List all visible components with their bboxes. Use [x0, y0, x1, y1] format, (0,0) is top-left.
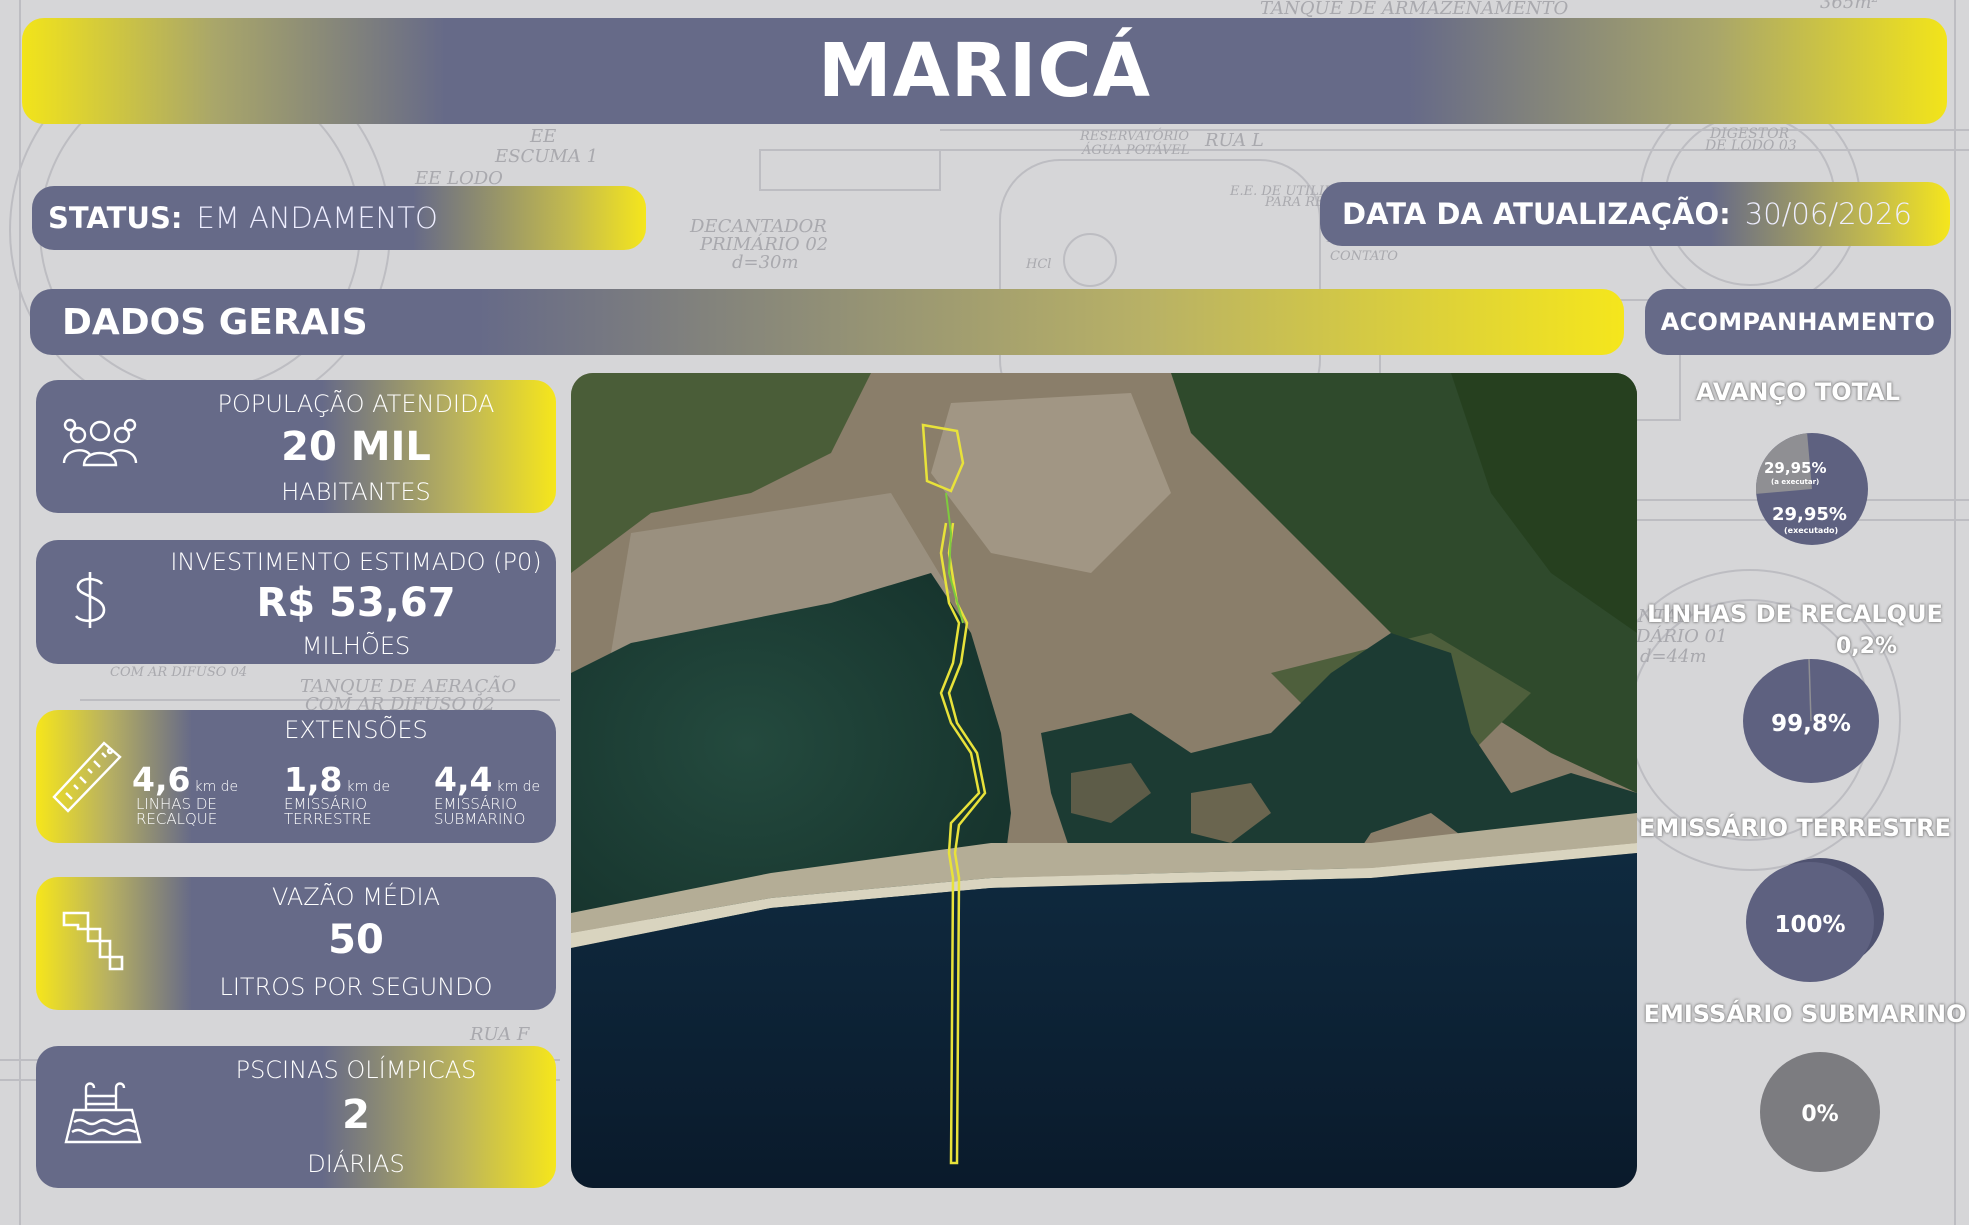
investimento-value: R$ 53,67	[256, 580, 456, 626]
piscinas-unit: DIÁRIAS	[307, 1150, 405, 1178]
extensao-submarino-value: 4,4	[434, 760, 493, 799]
extensao-terrestre-value: 1,8	[284, 760, 343, 799]
extensao-submarino-desc2: SUBMARINO	[434, 810, 526, 828]
emissario-terrestre-label: EMISSÁRIO TERRESTRE	[1638, 814, 1952, 842]
dashboard-page: TANQUE DE ARMAZENAMENTO 365m² EE ESCUMA …	[0, 0, 1969, 1225]
populacao-label: POPULAÇÃO ATENDIDA	[217, 390, 495, 418]
update-date-value: 30/06/2026	[1744, 197, 1912, 231]
avanco-total-executed-text: 29,95%	[1772, 504, 1847, 525]
vazao-value: 50	[328, 917, 384, 963]
vazao-unit: LITROS POR SEGUNDO	[219, 973, 493, 1001]
blueprint-label: COM AR DIFUSO 04	[110, 665, 247, 680]
linhas-recalque-chart: 99,8%	[1743, 658, 1879, 783]
blueprint-label: EE	[529, 126, 556, 147]
extensao-terrestre: 1,8 km de EMISSÁRIO TERRESTRE	[284, 760, 390, 829]
blueprint-label: 365m²	[1820, 0, 1879, 13]
blueprint-label: DE LODO 03	[1704, 138, 1797, 154]
avanco-total-pending-note: (a executar)	[1771, 478, 1819, 486]
card-vazao: VAZÃO MÉDIA 50 LITROS POR SEGUNDO	[36, 877, 556, 1010]
blueprint-label: PARA RE	[1264, 195, 1325, 210]
dollar-icon	[60, 568, 120, 636]
piscinas-label: PSCINAS OLÍMPICAS	[235, 1056, 477, 1084]
card-piscinas: PSCINAS OLÍMPICAS 2 DIÁRIAS	[36, 1046, 556, 1188]
vazao-label: VAZÃO MÉDIA	[271, 883, 441, 911]
extensao-linhas-unit: km de	[194, 779, 239, 795]
extensao-linhas-value: 4,6	[132, 760, 191, 799]
pipe-icon	[60, 907, 130, 981]
card-extensoes: EXTENSÕES 4,6 km de LINHAS DE RECALQUE 1,…	[36, 710, 556, 843]
section-title: DADOS GERAIS	[62, 301, 368, 343]
avanco-total-label: AVANÇO TOTAL	[1695, 378, 1901, 406]
people-icon	[60, 415, 140, 479]
extensao-terrestre-desc2: TERRESTRE	[284, 810, 372, 828]
tracking-title: ACOMPANHAMENTO	[1660, 308, 1936, 336]
piscinas-value: 2	[342, 1092, 370, 1138]
blueprint-label: d=30m	[732, 252, 799, 273]
emissario-terrestre-chart: 100%	[1746, 858, 1884, 982]
blueprint-label: ÁGUA POTÁVEL	[1081, 142, 1189, 158]
section-header-dados-gerais: DADOS GERAIS	[30, 289, 1624, 355]
populacao-value: 20 MIL	[281, 424, 431, 470]
status-pill: STATUS: EM ANDAMENTO	[32, 186, 646, 250]
section-header-acompanhamento: ACOMPANHAMENTO	[1645, 289, 1951, 355]
update-date-pill: DATA DA ATUALIZAÇÃO: 30/06/2026	[1320, 182, 1950, 246]
linhas-recalque-label: LINHAS DE RECALQUE	[1647, 600, 1943, 628]
status-label: STATUS:	[48, 201, 183, 235]
ruler-icon	[46, 735, 126, 819]
card-populacao: POPULAÇÃO ATENDIDA 20 MIL HABITANTES	[36, 380, 556, 513]
emissario-submarino-chart: 0%	[1760, 1052, 1880, 1172]
blueprint-label: RUA L	[1204, 130, 1264, 151]
avanco-total-pending-text: 29,95%	[1764, 459, 1826, 477]
card-investimento: INVESTIMENTO ESTIMADO (P0) R$ 53,67 MILH…	[36, 540, 556, 664]
satellite-map[interactable]	[571, 373, 1637, 1188]
page-title: MARICÁ	[817, 28, 1151, 114]
extensoes-label: EXTENSÕES	[284, 716, 428, 744]
pool-icon	[60, 1080, 146, 1154]
extensao-submarino-unit: km de	[496, 779, 541, 795]
emissario-submarino-label: EMISSÁRIO SUBMARINO	[1643, 1000, 1967, 1028]
extensao-submarino: 4,4 km de EMISSÁRIO SUBMARINO	[434, 760, 540, 829]
avanco-total-chart: 29,95% (a executar) 29,95% (executado)	[1756, 433, 1868, 545]
investimento-unit: MILHÕES	[301, 632, 411, 660]
blueprint-label: d=44m	[1640, 646, 1707, 667]
avanco-total-executed-note: (executado)	[1784, 526, 1838, 535]
linhas-recalque-done-text: 99,8%	[1771, 711, 1851, 737]
populacao-unit: HABITANTES	[281, 478, 431, 506]
blueprint-label: TANQUE DE ARMAZENAMENTO	[1260, 0, 1569, 19]
status-value: EM ANDAMENTO	[196, 201, 438, 235]
investimento-label: INVESTIMENTO ESTIMADO (P0)	[170, 548, 542, 576]
blueprint-label: CONTATO	[1330, 249, 1398, 264]
blueprint-label: RUA F	[469, 1024, 531, 1045]
extensao-linhas: 4,6 km de LINHAS DE RECALQUE	[132, 760, 238, 829]
title-bar: MARICÁ	[22, 18, 1947, 124]
emissario-submarino-done-text: 0%	[1801, 1102, 1838, 1127]
extensao-linhas-desc2: RECALQUE	[136, 810, 218, 828]
blueprint-label: HCl	[1025, 257, 1051, 272]
extensao-terrestre-unit: km de	[346, 779, 391, 795]
update-date-label: DATA DA ATUALIZAÇÃO:	[1342, 197, 1731, 231]
blueprint-label: ESCUMA 1	[494, 146, 598, 167]
blueprint-label: RESERVATÓRIO	[1079, 127, 1189, 144]
emissario-terrestre-done-text: 100%	[1774, 912, 1845, 938]
